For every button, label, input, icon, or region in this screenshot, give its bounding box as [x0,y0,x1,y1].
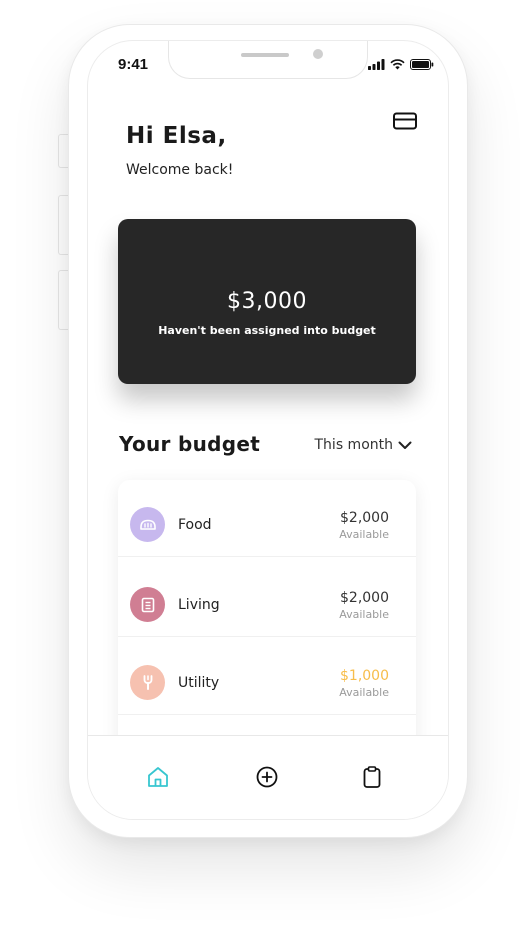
budget-status: Available [339,686,389,699]
greeting-title: Hi Elsa, [126,123,227,149]
unassigned-caption: Haven't been assigned into budget [158,324,376,337]
front-camera [313,49,323,59]
budget-amount: $2,000 [340,590,389,606]
speaker-grille [241,53,289,57]
status-time: 9:41 [118,56,149,73]
budget-row-living[interactable]: Living $2,000 Available [118,560,416,637]
credit-card-icon[interactable] [392,111,418,131]
plus-circle-icon[interactable] [254,764,280,790]
period-label: This month [314,437,394,453]
clipboard-icon[interactable] [359,764,385,790]
budget-amount: $2,000 [340,510,389,526]
budget-category-label: Living [178,597,220,613]
budget-status: Available [339,528,389,541]
bottom-tab-bar [88,735,448,819]
budget-category-label: Food [178,517,212,533]
budget-row-food[interactable]: Food $2,000 Available [118,480,416,557]
status-icons [368,57,434,71]
budget-section-title: Your budget [119,432,261,456]
budget-row-utility[interactable]: Utility $1,000 Available [118,638,416,715]
phone-screen: 9:41 Hi Elsa, Welcome back! $3,000 Haven… [87,40,449,820]
period-dropdown[interactable]: This month [315,437,413,453]
battery-icon [410,58,434,70]
budget-status: Available [339,608,389,621]
page: 9:41 Hi Elsa, Welcome back! $3,000 Haven… [0,0,526,932]
chevron-down-icon [398,441,412,449]
wifi-icon [390,58,405,69]
home-icon[interactable] [145,764,171,790]
bulb-icon [130,665,165,700]
budget-amount: $1,000 [340,668,389,684]
unassigned-amount: $3,000 [227,289,307,314]
balance-card[interactable]: $3,000 Haven't been assigned into budget [118,219,416,384]
signal-icon [368,58,385,70]
bread-icon [130,507,165,542]
document-icon [130,587,165,622]
welcome-subtitle: Welcome back! [126,162,234,178]
budget-category-label: Utility [178,675,220,691]
phone-notch [168,41,368,79]
